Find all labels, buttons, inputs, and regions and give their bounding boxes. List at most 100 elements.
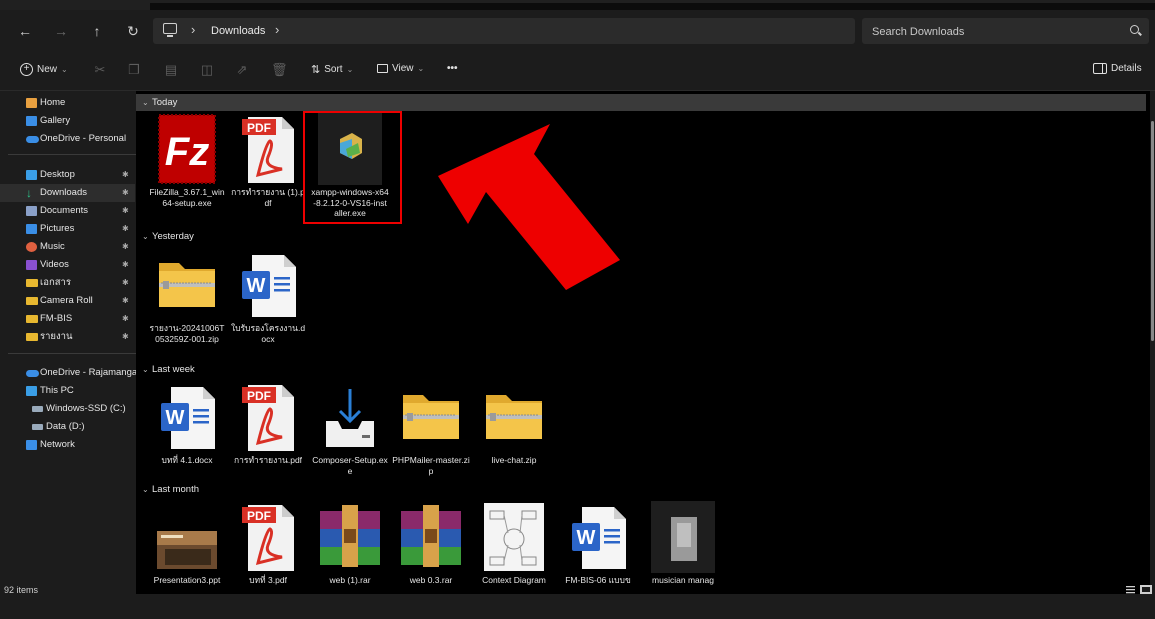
large-icons-view-icon[interactable] (1140, 585, 1152, 594)
chevron-down-icon[interactable]: ⌄ (142, 481, 149, 498)
details-view-icon[interactable] (1126, 586, 1135, 594)
sidebar-item-documents[interactable]: Documents ✱ (0, 202, 135, 220)
scrollbar-thumb[interactable] (1151, 121, 1154, 341)
address-bar[interactable]: › Downloads › (153, 18, 855, 44)
folder-icon (26, 279, 38, 287)
arrow-up-icon: ↑ (93, 23, 101, 39)
videos-icon (26, 260, 37, 270)
paste-icon[interactable]: ▤ (163, 62, 179, 78)
chevron-down-icon[interactable]: ⌄ (142, 94, 149, 111)
search-icon[interactable] (1130, 25, 1139, 34)
chevron-down-icon[interactable]: ⌄ (142, 361, 149, 378)
group-header-today[interactable]: ⌄ Today (136, 94, 1146, 111)
sidebar-item-downloads[interactable]: ↓ Downloads ✱ (0, 184, 135, 202)
svg-text:PDF: PDF (247, 121, 271, 135)
file-item[interactable]: web 0.3.rar (392, 501, 470, 619)
group-header-yesterday[interactable]: ⌄ Yesterday (136, 228, 1146, 245)
forward-button[interactable]: → (50, 21, 72, 41)
search-input[interactable] (870, 22, 1114, 42)
file-name: PHPMailer-master.zip (392, 455, 470, 476)
pin-icon[interactable]: ✱ (122, 166, 129, 184)
group-header-last-month[interactable]: ⌄ Last month (136, 481, 1146, 498)
sidebar-item-label: เอกสาร (40, 277, 71, 288)
file-item[interactable]: Presentation3.ppt (148, 501, 226, 619)
vertical-scrollbar[interactable] (1150, 91, 1155, 594)
view-icon (377, 64, 388, 73)
file-list: ⌄ Today Fz FileZilla_3.67.1_win64-setup.exe… (136, 91, 1150, 594)
download-icon: ↓ (26, 186, 32, 200)
document-icon (26, 206, 37, 216)
file-item[interactable]: W FM-BIS-06 แบบข (559, 501, 637, 619)
pin-icon[interactable]: ✱ (122, 238, 129, 256)
pin-icon[interactable]: ✱ (122, 202, 129, 220)
pin-icon[interactable]: ✱ (122, 310, 129, 328)
sidebar-item-desktop[interactable]: Desktop ✱ (0, 166, 135, 184)
file-item[interactable]: Context Diagram (475, 501, 553, 619)
refresh-button[interactable]: ↻ (122, 21, 144, 41)
sidebar-item-data-d-[interactable]: Data (D:) (0, 418, 135, 436)
back-button[interactable]: ← (14, 21, 36, 41)
sidebar-item-label: รายงาน (40, 331, 73, 342)
chevron-down-icon[interactable]: ⌄ (142, 228, 149, 245)
file-item[interactable]: PDF บทที่ 3.pdf (229, 501, 307, 619)
file-item[interactable]: W ใบรับรองโครงงาน.docx (229, 249, 307, 367)
pin-icon[interactable]: ✱ (122, 256, 129, 274)
new-button[interactable]: + New ⌄ (20, 63, 68, 76)
rename-icon[interactable]: ◫ (199, 62, 215, 78)
sidebar-item-label: Windows-SSD (C:) (46, 403, 126, 414)
copy-icon[interactable]: ❐ (126, 62, 142, 78)
more-options-button[interactable]: ••• (447, 63, 458, 74)
sidebar-item-onedrive-personal[interactable]: OneDrive - Personal (0, 130, 135, 148)
sidebar-item-network[interactable]: Network (0, 436, 135, 454)
sidebar-item-pictures[interactable]: Pictures ✱ (0, 220, 135, 238)
sidebar-item-label: Downloads (40, 187, 87, 198)
sidebar-item-music[interactable]: Music ✱ (0, 238, 135, 256)
sidebar-item-camera-roll[interactable]: Camera Roll ✱ (0, 292, 135, 310)
folder-icon (26, 297, 38, 305)
file-item[interactable]: musician manag (644, 501, 722, 619)
pc-icon (26, 386, 37, 396)
file-item[interactable]: web (1).rar (311, 501, 389, 619)
sidebar-item-videos[interactable]: Videos ✱ (0, 256, 135, 274)
sidebar-item-เอกสาร[interactable]: เอกสาร ✱ (0, 274, 135, 292)
chevron-right-icon[interactable]: › (191, 22, 195, 37)
sidebar-item-this-pc[interactable]: This PC (0, 382, 135, 400)
svg-text:PDF: PDF (247, 509, 271, 523)
file-item[interactable]: รายงาน-20241006T053259Z-001.zip (148, 249, 226, 367)
up-button[interactable]: ↑ (86, 21, 108, 41)
cut-icon[interactable]: ✂ (92, 62, 108, 78)
file-name: รายงาน-20241006T053259Z-001.zip (149, 323, 225, 344)
pin-icon[interactable]: ✱ (122, 328, 129, 346)
chevron-down-icon: ⌄ (417, 64, 425, 73)
share-icon[interactable]: ⇗ (234, 62, 250, 78)
sidebar-item-onedrive-rajamangal[interactable]: OneDrive - Rajamangal (0, 364, 139, 382)
sidebar-item-windows-ssd-c-[interactable]: Windows-SSD (C:) (0, 400, 135, 418)
view-button[interactable]: View ⌄ (377, 63, 424, 74)
pin-icon[interactable]: ✱ (122, 292, 129, 310)
search-box[interactable] (862, 18, 1149, 44)
group-header-last-week[interactable]: ⌄ Last week (136, 361, 1146, 378)
details-button[interactable]: Details (1093, 63, 1142, 74)
breadcrumb-downloads[interactable]: Downloads (211, 25, 265, 37)
file-item[interactable]: Fz FileZilla_3.67.1_win64-setup.exe (148, 113, 226, 231)
pin-icon[interactable]: ✱ (122, 184, 129, 202)
sidebar-item-gallery[interactable]: Gallery (0, 112, 135, 130)
file-name: ใบรับรองโครงงาน.docx (230, 323, 306, 344)
delete-icon[interactable]: 🗑 (271, 62, 288, 78)
sidebar-item-รายงาน[interactable]: รายงาน ✱ (0, 328, 135, 346)
red-arrow-annotation (438, 124, 620, 290)
pin-icon[interactable]: ✱ (122, 220, 129, 238)
pin-icon[interactable]: ✱ (122, 274, 129, 292)
view-toggle-buttons[interactable] (1125, 585, 1153, 594)
zip-file-icon (482, 381, 546, 453)
sidebar-item-fm-bis[interactable]: FM-BIS ✱ (0, 310, 135, 328)
chevron-right-icon[interactable]: › (275, 22, 279, 37)
navigation-pane: Home Gallery OneDrive - Personal Desktop ✱ ↓ D… (0, 91, 139, 594)
sidebar-item-home[interactable]: Home (0, 94, 135, 112)
address-row: ← → ↑ ↻ › Downloads › (0, 12, 1155, 50)
file-name: Composer-Setup.exe (312, 455, 388, 476)
zip-file-icon (155, 249, 219, 321)
zip-file-icon (399, 381, 463, 453)
sort-button[interactable]: ⇅ Sort ⌄ (311, 63, 353, 76)
file-item[interactable]: PDF การทำรายงาน (1).pdf (229, 113, 307, 231)
